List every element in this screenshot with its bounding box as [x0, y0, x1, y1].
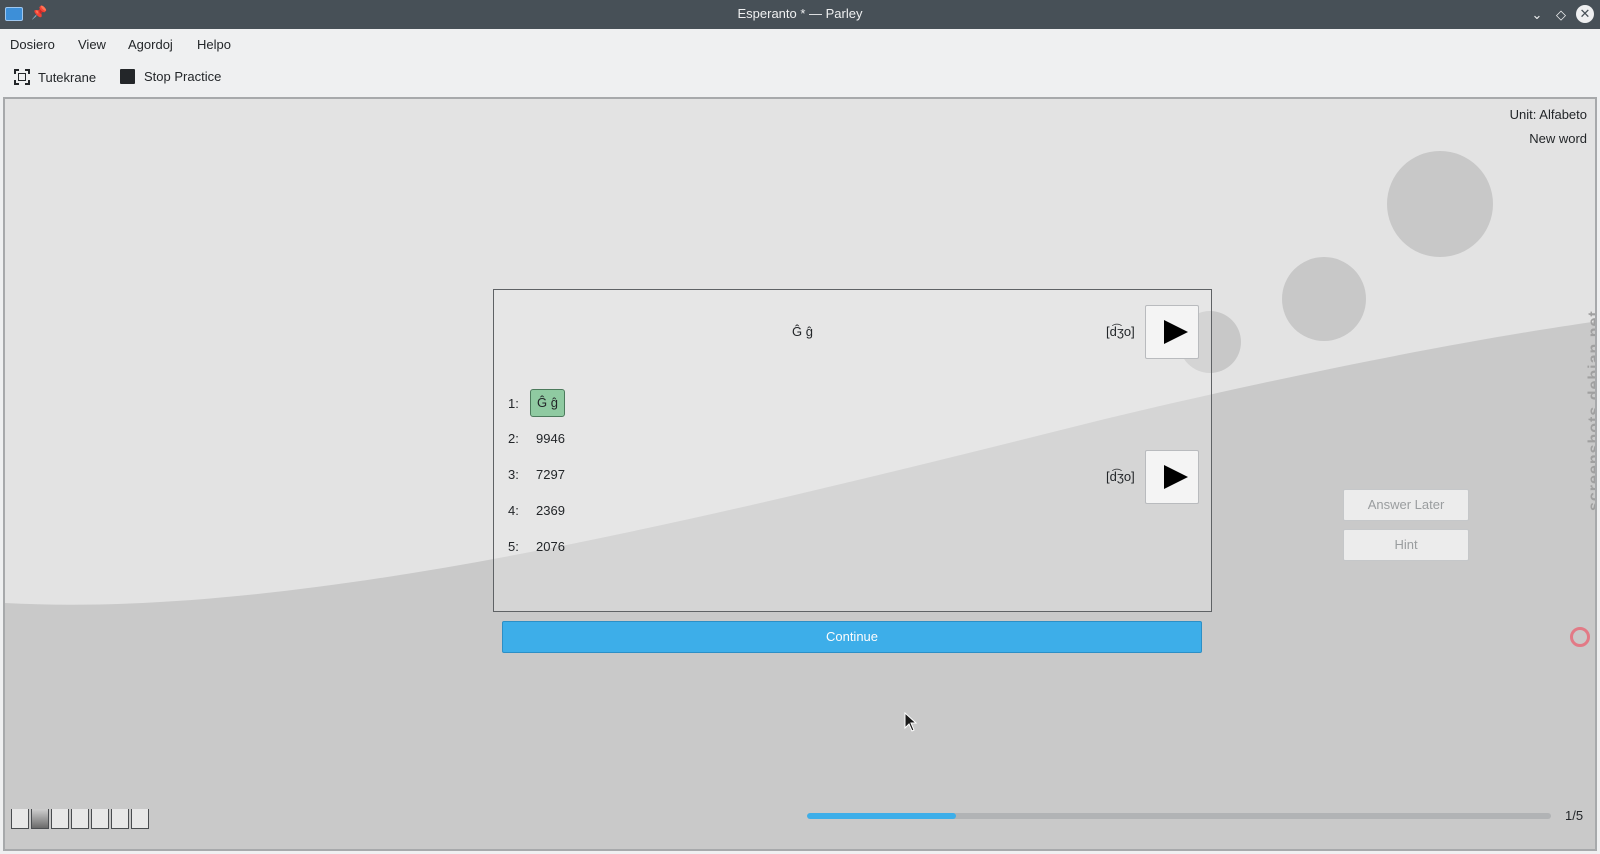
fullscreen-label: Tutekrane: [38, 69, 97, 85]
score-box: [31, 809, 49, 829]
practice-area: Unit: Alfabeto New word Ĝ ĝ [d͡ʒo] 1: Ĝ …: [3, 97, 1597, 851]
choice-option[interactable]: 9946: [530, 431, 571, 446]
progress-fill: [807, 813, 956, 819]
score-box: [11, 809, 29, 829]
menu-dosiero[interactable]: Dosiero: [10, 37, 55, 52]
menu-helpo[interactable]: Helpo: [197, 37, 231, 52]
choice-option[interactable]: 2369: [530, 503, 571, 518]
stop-practice-button[interactable]: Stop Practice: [120, 69, 221, 84]
answer-later-button[interactable]: Answer Later: [1343, 489, 1469, 521]
fullscreen-icon: [14, 69, 30, 85]
play-answer-button[interactable]: [1145, 450, 1199, 504]
close-button[interactable]: ✕: [1576, 5, 1594, 23]
stop-practice-label: Stop Practice: [144, 69, 222, 84]
play-icon: [1164, 320, 1188, 344]
score-box: [91, 809, 109, 829]
window-title: Esperanto * — Parley: [737, 6, 863, 21]
score-box: [131, 809, 149, 829]
menu-agordoj[interactable]: Agordoj: [128, 37, 173, 52]
answer-pronunciation: [d͡ʒo]: [1106, 469, 1135, 484]
question-text: Ĝ ĝ: [792, 324, 813, 339]
play-question-button[interactable]: [1145, 305, 1199, 359]
score-indicator: [11, 809, 149, 829]
choice-1[interactable]: 1: Ĝ ĝ: [508, 389, 565, 417]
choice-3[interactable]: 3: 7297: [508, 467, 571, 482]
choice-option[interactable]: 7297: [530, 467, 571, 482]
status-label: New word: [1529, 131, 1587, 146]
choice-option[interactable]: Ĝ ĝ: [530, 389, 565, 417]
chevron-down-icon: ⌄: [1531, 7, 1543, 22]
score-box: [51, 809, 69, 829]
question-pronunciation: [d͡ʒo]: [1106, 324, 1135, 339]
maximize-button[interactable]: ◇: [1552, 6, 1570, 24]
choice-2[interactable]: 2: 9946: [508, 431, 571, 446]
question-card: Ĝ ĝ [d͡ʒo] 1: Ĝ ĝ 2: 9946 3: 7297 4: 236…: [493, 289, 1212, 612]
progress-text: 1/5: [1565, 808, 1584, 823]
diamond-icon: ◇: [1556, 7, 1566, 22]
menu-view[interactable]: View: [78, 37, 106, 52]
choice-4[interactable]: 4: 2369: [508, 503, 571, 518]
unit-label: Unit: Alfabeto: [1509, 107, 1587, 122]
debian-logo-icon: [1570, 627, 1590, 647]
close-icon: ✕: [1579, 6, 1591, 21]
score-box: [111, 809, 129, 829]
choice-5[interactable]: 5: 2076: [508, 539, 571, 554]
toolbar: Tutekrane Stop Practice: [0, 59, 1600, 97]
play-icon: [1164, 465, 1188, 489]
progress-bar: [807, 813, 1551, 819]
fullscreen-button[interactable]: Tutekrane: [14, 69, 96, 85]
minimize-button[interactable]: ⌄: [1528, 6, 1546, 24]
watermark-text: screenshots.debian.net: [1586, 310, 1597, 511]
choice-option[interactable]: 2076: [530, 539, 571, 554]
stop-icon: [120, 69, 135, 84]
hint-button[interactable]: Hint: [1343, 529, 1469, 561]
mouse-cursor-icon: [904, 712, 918, 732]
continue-button[interactable]: Continue: [502, 621, 1202, 653]
menu-bar: Dosiero View Agordoj Helpo: [0, 29, 1600, 59]
score-box: [71, 809, 89, 829]
watermark: screenshots.debian.net: [1566, 309, 1595, 647]
title-bar: 📌 Esperanto * — Parley ⌄ ◇ ✕: [0, 0, 1600, 29]
